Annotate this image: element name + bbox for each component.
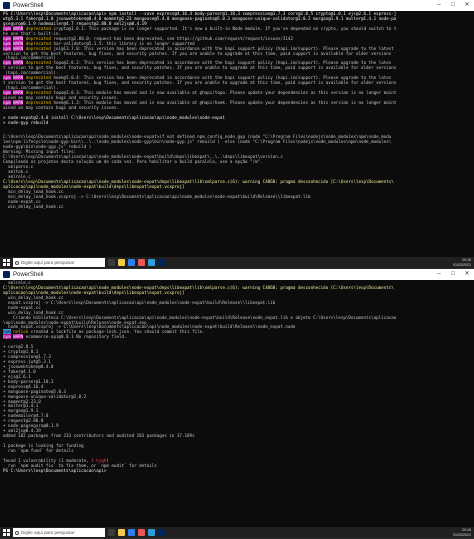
minimize-button[interactable]: – [432, 269, 446, 280]
console-text-segment: min_delay_load_hook.vcxproj -> C:\Users\… [3, 193, 311, 199]
windows-logo-icon [3, 529, 10, 536]
maximize-button[interactable]: □ [446, 0, 460, 11]
file-explorer-icon[interactable] [118, 259, 125, 266]
search-icon [15, 260, 19, 265]
console-output[interactable]: PS C:\Users\lesp\Documents\aplicacao\api… [0, 11, 474, 257]
console-output[interactable]: xmlrole.c C:\Users\lesp\Documents\aplicac… [0, 280, 474, 527]
windows-start-button[interactable] [0, 527, 13, 538]
console-line: win_delay_load_hook.cc [3, 203, 471, 210]
console-text-segment: version to get the best features, bug fi… [3, 50, 392, 56]
vscode-icon[interactable] [148, 259, 155, 266]
windows-logo-icon [3, 259, 10, 266]
close-button[interactable]: ✕ [460, 0, 474, 11]
screenshot-top: PowerShell – □ ✕ PS C:\Users\lesp\Docume… [0, 0, 474, 269]
powershell-icon [3, 271, 10, 278]
clock-date: 01/03/2021 [453, 532, 471, 537]
console-text-segment: run `npm fund` for details [3, 447, 74, 453]
edge-icon[interactable] [128, 529, 135, 536]
vscode-icon[interactable] [148, 529, 155, 536]
powershell-icon [3, 2, 10, 9]
console-text-segment: PS C:\Users\lesp\Documents\aplicacao\api… [3, 467, 107, 473]
window-title: PowerShell [13, 2, 44, 9]
window-titlebar[interactable]: PowerShell – □ ✕ [0, 0, 474, 11]
console-text-segment: WARN [13, 334, 24, 340]
clock-date: 01/03/2021 [453, 262, 471, 267]
console-text-segment: crypto@1.0.1: This package is no longer … [50, 25, 397, 31]
file-explorer-icon[interactable] [118, 529, 125, 536]
chrome-icon[interactable] [138, 529, 145, 536]
maximize-button[interactable]: □ [446, 269, 460, 280]
console-text-segment: win_delay_load_hook.cc [3, 203, 64, 209]
taskbar-search-box[interactable]: Digite aqui para pesquisar [13, 258, 105, 267]
system-clock[interactable]: 20:16 01/03/2021 [453, 258, 474, 266]
window-titlebar[interactable]: PowerShell – □ ✕ [0, 269, 474, 280]
close-button[interactable]: ✕ [460, 269, 474, 280]
powershell-taskbar-icon[interactable] [158, 259, 165, 266]
window-title: PowerShell [13, 271, 44, 278]
taskbar: Digite aqui para pesquisar 20:16 01/03/2… [0, 527, 474, 538]
minimize-button[interactable]: – [432, 0, 446, 11]
console-text-segment: t version to get the best features, bug … [3, 65, 397, 71]
console-text-segment: ecommerce-api@0.0.1 No repository field. [23, 334, 127, 340]
edge-icon[interactable] [128, 259, 135, 266]
taskbar-search-placeholder: Digite aqui para pesquisar [21, 260, 75, 265]
windows-start-button[interactable] [0, 257, 13, 268]
screenshot-bottom: PowerShell – □ ✕ xmlrole.c C:\Users\lesp\… [0, 269, 474, 539]
console-text-segment: npm [3, 35, 11, 41]
console-line: PS C:\Users\lesp\Documents\aplicacao\api… [3, 467, 471, 474]
chrome-icon[interactable] [138, 259, 145, 266]
task-view-icon[interactable] [108, 259, 115, 266]
console-text-segment: t version to get the best features, bug … [3, 80, 397, 86]
task-view-icon[interactable] [108, 529, 115, 536]
console-text-segment: WARN [13, 40, 24, 46]
taskbar-search-box[interactable]: Digite aqui para pesquisar [13, 528, 105, 537]
system-clock[interactable]: 20:16 01/03/2021 [453, 528, 474, 536]
taskbar-search-placeholder: Digite aqui para pesquisar [21, 530, 75, 535]
console-text-segment: > node-gyp rebuild [3, 119, 49, 125]
console-text-segment: expat.vcxproj -> C:\Users\lesp\Documents… [3, 299, 276, 305]
console-text-segment: Compilando os projetos desta solução um … [3, 159, 263, 165]
console-text-segment: WARN [13, 35, 24, 41]
powershell-taskbar-icon[interactable] [158, 529, 165, 536]
taskbar: Digite aqui para pesquisar 20:16 01/03/2… [0, 257, 474, 268]
console-text-segment: npm [3, 40, 11, 46]
console-text-segment: added 182 packages from 233 contributors… [3, 433, 195, 439]
search-icon [15, 530, 19, 535]
console-text-segment: ained an may contain bugs and security i… [3, 104, 119, 110]
